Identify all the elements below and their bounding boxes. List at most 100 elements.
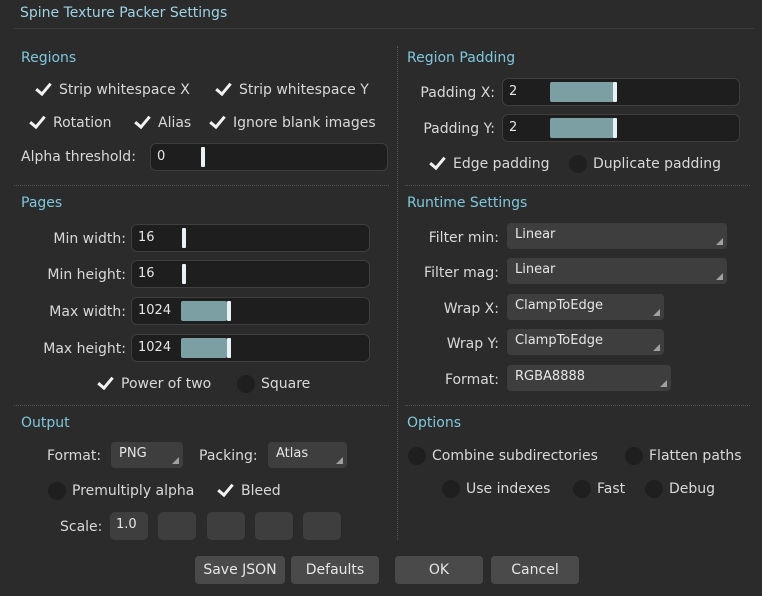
power-of-two-checkbox[interactable]: Power of two (97, 375, 211, 393)
check-icon (209, 114, 227, 132)
max-width-slider[interactable]: 1024 (131, 297, 370, 325)
check-icon (29, 114, 47, 132)
alpha-threshold-value: 0 (157, 149, 166, 164)
dropdown-corner-icon (653, 309, 660, 316)
slider-handle[interactable] (201, 147, 205, 167)
wrap-y-select[interactable]: ClampToEdge (507, 329, 664, 355)
scale-input-3[interactable] (207, 512, 245, 540)
slider-handle[interactable] (613, 82, 617, 102)
filter-mag-select[interactable]: Linear (507, 258, 727, 284)
edge-padding-checkbox[interactable]: Edge padding (429, 155, 550, 173)
dropdown-corner-icon (716, 238, 723, 245)
slider-fill (181, 338, 227, 358)
flatten-paths-label: Flatten paths (649, 448, 742, 464)
format-label: Format: (444, 372, 499, 388)
section-runtime-title: Runtime Settings (407, 195, 528, 211)
filter-mag-value: Linear (515, 262, 556, 277)
slider-handle[interactable] (227, 338, 231, 358)
alias-checkbox[interactable]: Alias (134, 114, 191, 132)
scale-value: 1.0 (116, 517, 137, 532)
padding-y-label: Padding Y: (423, 121, 495, 137)
combine-subdirectories-checkbox[interactable]: Combine subdirectories (408, 447, 598, 465)
unchecked-box-icon (625, 447, 643, 465)
dialog-title: Spine Texture Packer Settings (20, 5, 228, 21)
debug-label: Debug (669, 481, 716, 497)
packing-select[interactable]: Atlas (268, 442, 347, 468)
filter-min-label: Filter min: (428, 230, 499, 246)
strip-whitespace-x-checkbox[interactable]: Strip whitespace X (35, 81, 190, 99)
dropdown-corner-icon (716, 273, 723, 280)
wrap-y-value: ClampToEdge (515, 333, 603, 348)
unchecked-box-icon (48, 482, 66, 500)
output-format-select[interactable]: PNG (111, 442, 183, 468)
min-height-value: 16 (138, 266, 155, 281)
dropdown-corner-icon (660, 380, 667, 387)
save-json-button[interactable]: Save JSON (195, 556, 285, 584)
ok-button[interactable]: OK (395, 556, 483, 584)
format-select[interactable]: RGBA8888 (507, 365, 671, 391)
scale-input-4[interactable] (255, 512, 293, 540)
unchecked-box-icon (237, 375, 255, 393)
ignore-blank-images-label: Ignore blank images (233, 115, 376, 131)
padding-x-label: Padding X: (420, 85, 495, 101)
divider-regions (14, 185, 389, 186)
max-width-label: Max width: (49, 304, 126, 320)
divider-pages (14, 405, 389, 406)
packing-label: Packing: (199, 448, 258, 464)
debug-checkbox[interactable]: Debug (645, 480, 715, 498)
alpha-threshold-slider[interactable]: 0 (150, 143, 388, 171)
slider-handle[interactable] (182, 264, 186, 284)
square-checkbox[interactable]: Square (237, 375, 310, 393)
min-width-slider[interactable]: 16 (131, 224, 370, 252)
strip-whitespace-x-label: Strip whitespace X (59, 82, 190, 98)
divider-padding (405, 185, 750, 186)
bleed-checkbox[interactable]: Bleed (217, 482, 281, 500)
fast-checkbox[interactable]: Fast (573, 480, 625, 498)
unchecked-box-icon (442, 480, 460, 498)
output-format-value: PNG (119, 446, 147, 461)
scale-input-2[interactable] (158, 512, 196, 540)
slider-fill (550, 82, 614, 102)
scale-input-5[interactable] (303, 512, 341, 540)
slider-handle[interactable] (613, 118, 617, 138)
combine-subdirectories-label: Combine subdirectories (432, 448, 598, 464)
min-height-slider[interactable]: 16 (131, 260, 370, 288)
padding-y-slider[interactable]: 2 (502, 114, 740, 142)
padding-x-slider[interactable]: 2 (502, 78, 740, 106)
packing-value: Atlas (276, 446, 309, 461)
padding-x-value: 2 (509, 84, 518, 99)
strip-whitespace-y-label: Strip whitespace Y (239, 82, 369, 98)
max-height-slider[interactable]: 1024 (131, 334, 370, 362)
defaults-button[interactable]: Defaults (291, 556, 379, 584)
slider-handle[interactable] (182, 228, 186, 248)
unchecked-box-icon (645, 480, 663, 498)
bleed-label: Bleed (241, 483, 281, 499)
filter-min-select[interactable]: Linear (507, 223, 727, 249)
section-padding-title: Region Padding (407, 50, 516, 66)
wrap-x-select[interactable]: ClampToEdge (507, 294, 664, 320)
section-options-title: Options (407, 415, 462, 431)
use-indexes-checkbox[interactable]: Use indexes (442, 480, 550, 498)
strip-whitespace-y-checkbox[interactable]: Strip whitespace Y (215, 81, 369, 99)
min-width-value: 16 (138, 230, 155, 245)
rotation-checkbox[interactable]: Rotation (29, 114, 112, 132)
dropdown-corner-icon (653, 344, 660, 351)
premultiply-alpha-label: Premultiply alpha (72, 483, 195, 499)
cancel-button[interactable]: Cancel (491, 556, 579, 584)
duplicate-padding-checkbox[interactable]: Duplicate padding (569, 155, 721, 173)
duplicate-padding-label: Duplicate padding (593, 156, 722, 172)
check-icon (217, 482, 235, 500)
max-height-value: 1024 (138, 340, 172, 355)
flatten-paths-checkbox[interactable]: Flatten paths (625, 447, 742, 465)
slider-handle[interactable] (227, 301, 231, 321)
premultiply-alpha-checkbox[interactable]: Premultiply alpha (48, 482, 194, 500)
scale-input-1[interactable]: 1.0 (110, 512, 148, 540)
filter-min-value: Linear (515, 227, 556, 242)
ignore-blank-images-checkbox[interactable]: Ignore blank images (209, 114, 376, 132)
unchecked-box-icon (408, 447, 426, 465)
section-pages-title: Pages (21, 195, 63, 211)
padding-y-value: 2 (509, 120, 518, 135)
fast-label: Fast (597, 481, 626, 497)
title-divider (14, 28, 754, 29)
alpha-threshold-label: Alpha threshold: (21, 149, 136, 165)
